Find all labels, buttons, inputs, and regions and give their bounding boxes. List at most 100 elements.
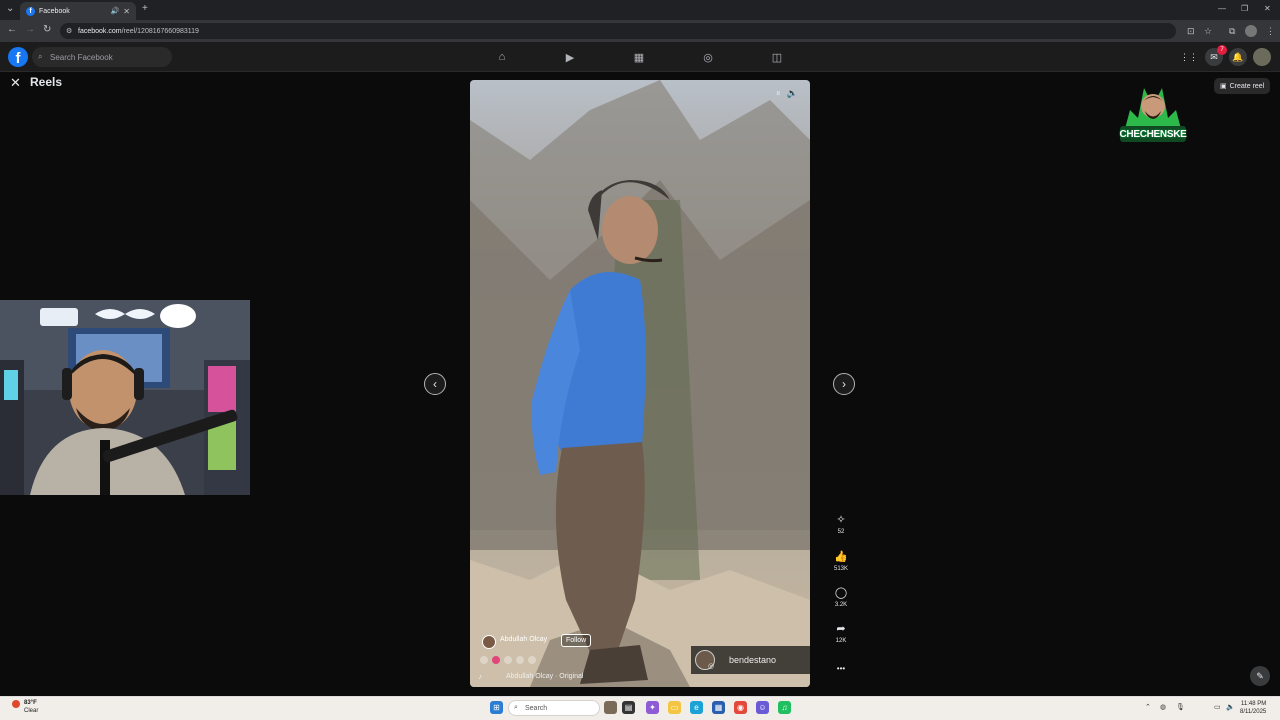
clock-date: 8/11/2025 bbox=[1240, 709, 1267, 715]
follow-button[interactable]: Follow bbox=[561, 634, 592, 647]
next-reel-button[interactable]: › bbox=[833, 373, 855, 395]
url-host: facebook.com bbox=[78, 27, 122, 35]
discord-icon[interactable]: ☺ bbox=[756, 701, 769, 714]
side-action-comment[interactable]: ◯ 3.2K bbox=[826, 586, 856, 608]
facebook-logo[interactable]: f bbox=[8, 47, 28, 67]
create-reel-label: Create reel bbox=[1229, 82, 1265, 90]
tray-app-icon[interactable]: ◍ bbox=[1160, 703, 1166, 711]
emoji-dot bbox=[516, 656, 524, 664]
new-message-icon[interactable]: ✎ bbox=[1250, 666, 1270, 686]
profile-avatar[interactable] bbox=[1245, 25, 1257, 37]
forward-arrow-icon[interactable]: → bbox=[25, 24, 35, 35]
minimize-button[interactable]: — bbox=[1218, 4, 1226, 13]
like-icon: 👍 bbox=[834, 551, 848, 563]
reel-icon: ▣ bbox=[1220, 83, 1227, 90]
facebook-search-input[interactable]: ⌕ Search Facebook bbox=[32, 47, 172, 67]
previous-reel-button[interactable]: ‹ bbox=[424, 373, 446, 395]
task-view-icon[interactable]: ▤ bbox=[622, 701, 635, 714]
author-avatar[interactable] bbox=[482, 635, 496, 649]
chrome-icon[interactable]: ◉ bbox=[734, 701, 747, 714]
apps-grid-icon[interactable]: ⋮⋮ bbox=[1180, 48, 1198, 66]
bookmark-star-icon[interactable]: ☆ bbox=[1204, 26, 1212, 37]
side-action-like[interactable]: 👍 513K bbox=[826, 550, 856, 572]
more-options-icon[interactable]: ••• bbox=[826, 664, 856, 673]
search-placeholder: Search Facebook bbox=[50, 52, 113, 62]
share-count: 12K bbox=[835, 638, 847, 644]
reels-title: Reels bbox=[30, 75, 63, 89]
share-icon: ➦ bbox=[836, 623, 846, 635]
windows-start-icon[interactable]: ⊞ bbox=[490, 701, 503, 714]
caption-emoji-row bbox=[480, 656, 536, 664]
emoji-dot bbox=[528, 656, 536, 664]
system-clock[interactable]: 11:48 PM 8/11/2025 bbox=[1240, 700, 1266, 716]
url-bar[interactable]: ⚙ facebook.com/reel/1208167660983119 bbox=[60, 23, 1176, 39]
reload-icon[interactable]: ↻ bbox=[43, 24, 51, 35]
site-info-icon[interactable]: ⚙ bbox=[66, 27, 72, 35]
browser-menu-icon[interactable]: ⋮ bbox=[1266, 26, 1275, 37]
weather-icon bbox=[12, 700, 20, 708]
author-name[interactable]: Abdullah Olcay bbox=[500, 636, 547, 643]
search-icon: ⌕ bbox=[38, 52, 43, 61]
create-reel-button[interactable]: ▣ Create reel bbox=[1214, 78, 1271, 94]
like-count: 513K bbox=[833, 566, 848, 572]
browser-tab[interactable]: f Facebook 🔊 ✕ bbox=[20, 2, 136, 20]
spotify-icon[interactable]: ♫ bbox=[778, 701, 791, 714]
extensions-icon[interactable]: ⧉ bbox=[1229, 26, 1235, 37]
audio-track[interactable]: Abdullah Olcay · Original bbox=[506, 673, 583, 680]
weather-widget[interactable]: 83°F Clear bbox=[24, 699, 38, 715]
comment-icon: ◯ bbox=[834, 587, 848, 599]
browser-tabbar bbox=[0, 0, 1280, 20]
video-controls: ⏸ 🔊 bbox=[776, 88, 798, 99]
chechenske-logo-text: CHECHENSKE bbox=[1119, 129, 1187, 140]
home-icon[interactable]: ⌂ bbox=[495, 50, 509, 64]
restore-button[interactable]: ❐ bbox=[1241, 4, 1248, 13]
edge-icon[interactable]: e bbox=[690, 701, 703, 714]
marketplace-icon[interactable]: ▦ bbox=[632, 50, 646, 64]
instagram-icon: ◎ bbox=[708, 663, 715, 670]
webcam-overlay bbox=[0, 300, 250, 495]
weather-temp: 83°F bbox=[24, 700, 37, 706]
microphone-icon[interactable]: 🎙 bbox=[1176, 703, 1185, 711]
tab-close-icon[interactable]: ✕ bbox=[123, 7, 130, 16]
facebook-favicon-icon: f bbox=[26, 6, 35, 16]
reel-video[interactable] bbox=[470, 80, 810, 687]
comment-count: 3.2K bbox=[834, 602, 848, 608]
account-avatar[interactable] bbox=[1253, 48, 1271, 66]
copilot-icon[interactable]: ✦ bbox=[646, 701, 659, 714]
groups-icon[interactable]: ◎ bbox=[701, 50, 715, 64]
widget-app-icon[interactable] bbox=[604, 701, 617, 714]
store-icon[interactable]: ▦ bbox=[712, 701, 725, 714]
windows-taskbar bbox=[0, 696, 1280, 720]
volume-icon[interactable]: 🔈 bbox=[1226, 703, 1235, 711]
back-arrow-icon[interactable]: ← bbox=[7, 24, 17, 35]
emoji-dot bbox=[504, 656, 512, 664]
gaming-icon[interactable]: ◫ bbox=[770, 50, 784, 64]
search-icon: ⌕ bbox=[514, 704, 518, 711]
file-explorer-icon[interactable]: ▭ bbox=[668, 701, 681, 714]
install-app-icon[interactable]: ⊡ bbox=[1187, 26, 1195, 37]
video-icon[interactable]: ▶ bbox=[563, 50, 577, 64]
volume-icon[interactable]: 🔊 bbox=[787, 88, 798, 99]
speaker-icon[interactable]: 🔊 bbox=[111, 7, 120, 15]
sparkle-icon: ✧ bbox=[836, 514, 846, 526]
side-action-sparkle[interactable]: ✧ 52 bbox=[826, 513, 856, 535]
window-close-button[interactable]: ✕ bbox=[1264, 4, 1271, 13]
tab-search-icon[interactable]: ⌄ bbox=[6, 3, 14, 14]
clock-time: 11:48 PM bbox=[1241, 701, 1267, 707]
emoji-dot bbox=[492, 656, 500, 664]
network-icon[interactable]: ▭ bbox=[1214, 703, 1221, 711]
taskbar-search[interactable]: ⌕ Search bbox=[508, 700, 600, 716]
taskbar-search-placeholder: Search bbox=[525, 704, 548, 712]
tray-chevron-icon[interactable]: ⌃ bbox=[1145, 703, 1151, 711]
notifications-bell-icon[interactable]: 🔔 bbox=[1229, 48, 1247, 66]
sparkle-count: 52 bbox=[837, 529, 845, 535]
weather-desc: Clear bbox=[24, 708, 39, 714]
pause-icon[interactable]: ⏸ bbox=[776, 88, 781, 99]
reels-close-icon[interactable]: ✕ bbox=[10, 75, 21, 91]
emoji-dot bbox=[480, 656, 488, 664]
side-action-share[interactable]: ➦ 12K bbox=[826, 622, 856, 644]
watermark-name: bendestano bbox=[729, 655, 777, 665]
url-path: /reel/1208167660983119 bbox=[121, 27, 199, 35]
tab-title: Facebook bbox=[39, 7, 70, 15]
new-tab-button[interactable]: + bbox=[142, 3, 148, 14]
